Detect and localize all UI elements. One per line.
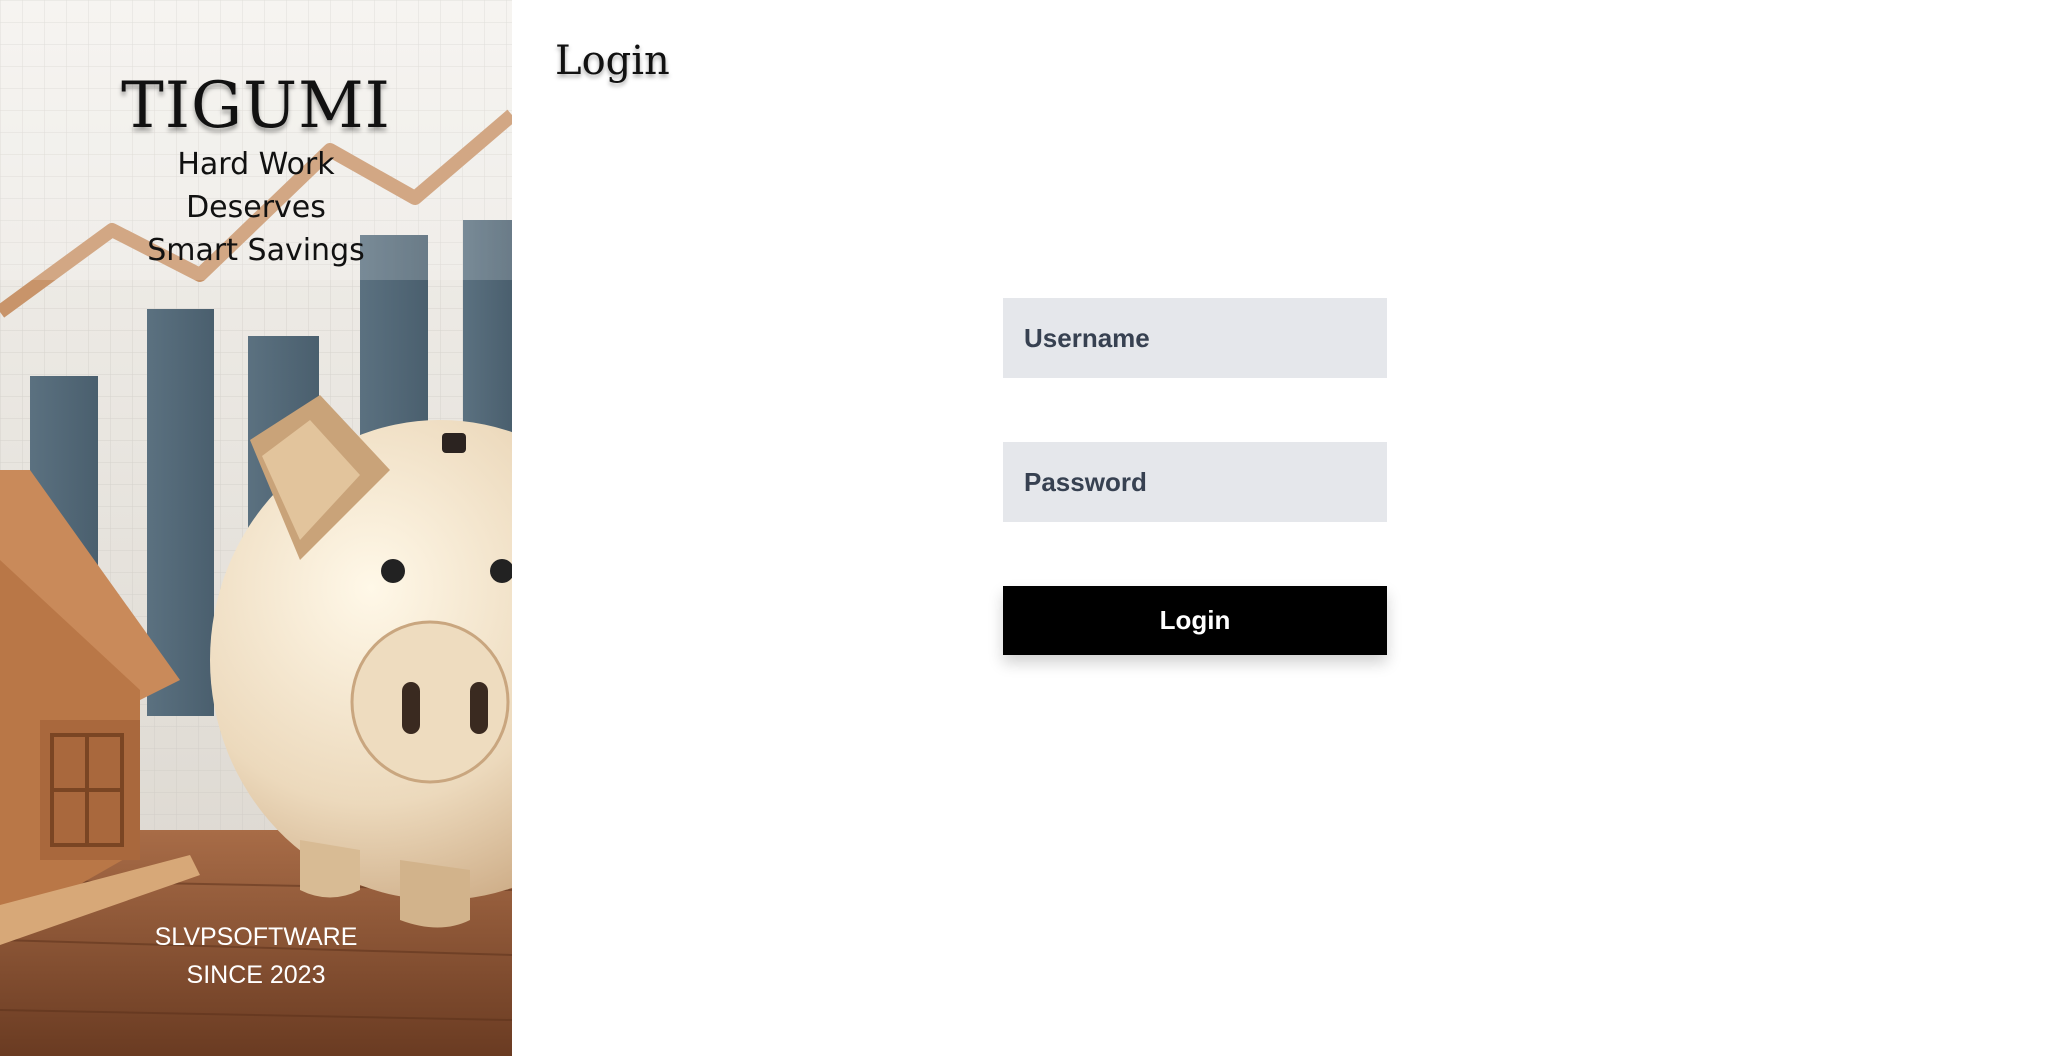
brand-name: TIGUMI <box>121 69 391 143</box>
brand-tagline-line: Hard Work <box>177 147 335 182</box>
company-since: SINCE 2023 <box>186 961 326 989</box>
login-form: Login <box>1003 298 1387 655</box>
page-title: Login <box>555 38 670 84</box>
brand-footer: SLVPSOFTWARE SINCE 2023 <box>0 918 512 994</box>
brand-tagline-line: Smart Savings <box>147 233 365 268</box>
brand-hero-panel: TIGUMI Hard Work Deserves Smart Savings … <box>0 0 512 1056</box>
company-name: SLVPSOFTWARE <box>154 923 358 951</box>
brand-tagline: Hard Work Deserves Smart Savings <box>0 143 512 272</box>
password-input[interactable] <box>1003 442 1387 522</box>
brand-tagline-line: Deserves <box>186 190 326 225</box>
username-input[interactable] <box>1003 298 1387 378</box>
login-button[interactable]: Login <box>1003 586 1387 655</box>
